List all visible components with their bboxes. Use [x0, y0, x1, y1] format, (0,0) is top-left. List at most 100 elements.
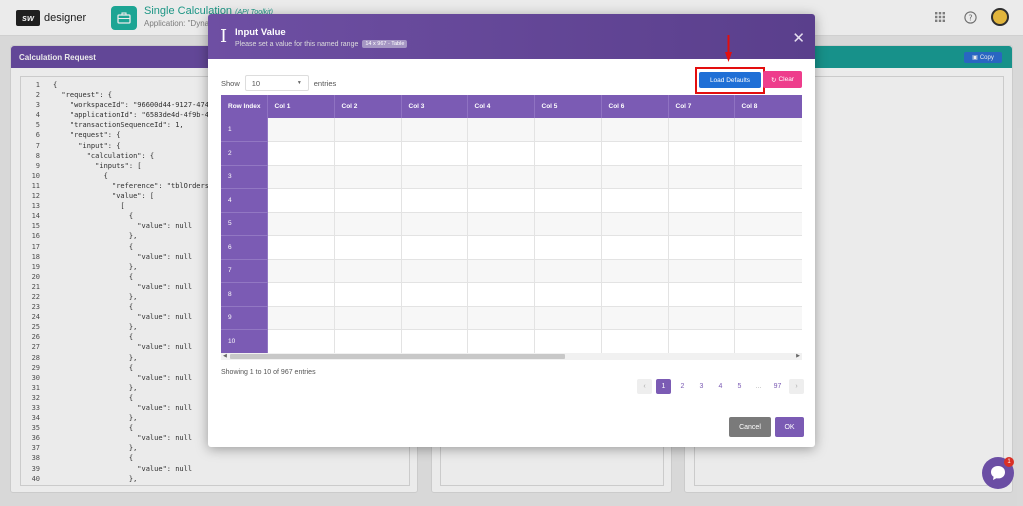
load-defaults-button[interactable]: Load Defaults [699, 72, 761, 88]
grid-cell[interactable] [334, 212, 402, 236]
grid-cell[interactable] [334, 118, 402, 142]
grid-cell[interactable] [334, 306, 402, 330]
grid-cell[interactable] [267, 165, 335, 189]
grid-cell[interactable] [734, 212, 802, 236]
grid-cell[interactable] [601, 188, 669, 213]
page-button[interactable]: 1 [656, 379, 671, 394]
grid-cell[interactable] [467, 329, 535, 353]
grid-cell[interactable] [334, 235, 402, 260]
grid-cell[interactable] [534, 188, 602, 213]
grid-cell[interactable] [401, 141, 468, 166]
cancel-button[interactable]: Cancel [729, 417, 771, 437]
grid-cell[interactable] [267, 259, 335, 283]
scroll-right-icon[interactable]: ▶ [796, 353, 800, 359]
grid-cell[interactable] [334, 282, 402, 307]
grid-cell[interactable] [401, 118, 468, 142]
grid-cell[interactable] [467, 235, 535, 260]
grid-cell[interactable] [467, 306, 535, 330]
grid-cell[interactable] [401, 165, 468, 189]
grid-cell[interactable] [467, 188, 535, 213]
grid-cell[interactable] [601, 235, 669, 260]
grid-cell[interactable] [734, 235, 802, 260]
grid-cell[interactable] [534, 282, 602, 307]
grid-cell[interactable] [467, 259, 535, 283]
grid-cell[interactable] [534, 118, 602, 142]
grid-cell[interactable] [401, 188, 468, 213]
column-header[interactable]: Col 4 [467, 95, 535, 118]
grid-cell[interactable] [267, 212, 335, 236]
grid-cell[interactable] [668, 188, 735, 213]
grid-cell[interactable] [734, 118, 802, 142]
grid-cell[interactable] [401, 259, 468, 283]
page-button[interactable]: 2 [675, 379, 690, 394]
grid-cell[interactable] [401, 235, 468, 260]
grid-cell[interactable] [267, 282, 335, 307]
entries-select[interactable]: 10 ▼ [244, 75, 309, 91]
page-button[interactable]: 3 [694, 379, 709, 394]
grid-cell[interactable] [267, 235, 335, 260]
grid-cell[interactable] [334, 141, 402, 166]
grid-cell[interactable] [734, 141, 802, 166]
column-header[interactable]: Col 5 [534, 95, 602, 118]
grid-cell[interactable] [267, 118, 335, 142]
close-icon[interactable]: ✕ [792, 29, 805, 47]
grid-cell[interactable] [467, 165, 535, 189]
grid-cell[interactable] [734, 188, 802, 213]
column-header[interactable]: Col 8 [734, 95, 802, 118]
column-header[interactable]: Col 1 [267, 95, 335, 118]
grid-cell[interactable] [734, 306, 802, 330]
grid-cell[interactable] [601, 165, 669, 189]
grid-cell[interactable] [334, 259, 402, 283]
row-index-header[interactable]: Row Index [221, 95, 268, 118]
grid-cell[interactable] [534, 165, 602, 189]
grid-cell[interactable] [534, 235, 602, 260]
grid-cell[interactable] [668, 282, 735, 307]
grid-cell[interactable] [534, 306, 602, 330]
grid-cell[interactable] [601, 282, 669, 307]
grid-cell[interactable] [668, 259, 735, 283]
page-button[interactable]: 5 [732, 379, 747, 394]
grid-cell[interactable] [401, 329, 468, 353]
grid-cell[interactable] [267, 306, 335, 330]
grid-cell[interactable] [601, 212, 669, 236]
column-header[interactable]: Col 3 [401, 95, 468, 118]
grid-cell[interactable] [668, 165, 735, 189]
grid-cell[interactable] [734, 329, 802, 353]
ok-button[interactable]: OK [775, 417, 804, 437]
grid-cell[interactable] [734, 165, 802, 189]
grid-cell[interactable] [601, 259, 669, 283]
grid-cell[interactable] [601, 118, 669, 142]
grid-cell[interactable] [267, 188, 335, 213]
grid-cell[interactable] [401, 282, 468, 307]
grid-cell[interactable] [668, 118, 735, 142]
page-button[interactable]: 4 [713, 379, 728, 394]
grid-cell[interactable] [467, 282, 535, 307]
scroll-left-icon[interactable]: ◀ [223, 353, 227, 359]
page-button[interactable]: 97 [770, 379, 785, 394]
grid-cell[interactable] [534, 329, 602, 353]
grid-cell[interactable] [734, 259, 802, 283]
grid-cell[interactable] [334, 329, 402, 353]
grid-cell[interactable] [668, 235, 735, 260]
column-header[interactable]: Col 2 [334, 95, 402, 118]
grid-cell[interactable] [534, 212, 602, 236]
grid-cell[interactable] [467, 141, 535, 166]
grid-cell[interactable] [601, 141, 669, 166]
grid-cell[interactable] [668, 212, 735, 236]
column-header[interactable]: Col 6 [601, 95, 669, 118]
grid-cell[interactable] [401, 212, 468, 236]
grid-cell[interactable] [267, 141, 335, 166]
horizontal-scrollbar[interactable]: ◀ ▶ [221, 353, 802, 360]
grid-cell[interactable] [467, 212, 535, 236]
grid-cell[interactable] [734, 282, 802, 307]
grid-cell[interactable] [534, 141, 602, 166]
grid-cell[interactable] [601, 306, 669, 330]
grid-cell[interactable] [467, 118, 535, 142]
column-header[interactable]: Col 7 [668, 95, 735, 118]
next-page-button[interactable]: › [789, 379, 804, 394]
clear-button[interactable]: ↻ Clear [763, 71, 802, 88]
grid-cell[interactable] [534, 259, 602, 283]
grid-cell[interactable] [668, 141, 735, 166]
data-grid[interactable]: Row Index Col 1 Col 2 Col 3 Col 4 Col 5 Col 6C… [221, 95, 802, 353]
grid-cell[interactable] [334, 188, 402, 213]
